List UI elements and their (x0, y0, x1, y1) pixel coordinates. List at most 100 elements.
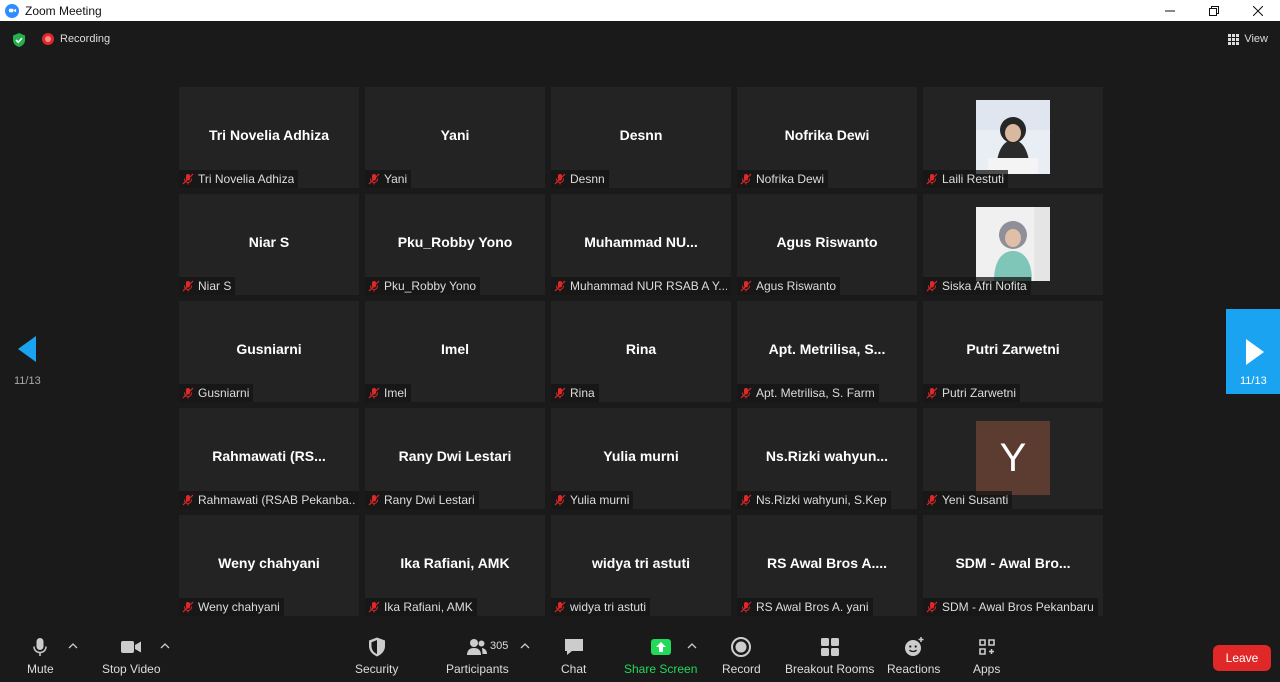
leave-button[interactable]: Leave (1213, 645, 1271, 671)
muted-mic-icon (740, 387, 752, 399)
participant-tile[interactable]: Pku_Robby Yono Pku_Robby Yono (365, 194, 545, 295)
security-button[interactable]: Security (355, 636, 398, 676)
view-button[interactable]: View (1228, 33, 1268, 45)
microphone-icon (33, 638, 48, 656)
participant-name-label: Putri Zarwetni (923, 384, 1021, 402)
stop-video-button[interactable]: Stop Video (102, 636, 161, 676)
reactions-label: Reactions (887, 662, 941, 676)
muted-mic-icon (926, 494, 938, 506)
window-titlebar: Zoom Meeting (0, 0, 1280, 21)
participant-name-label: Yulia murni (551, 491, 634, 509)
participant-tile[interactable]: Ns.Rizki wahyun... Ns.Rizki wahyuni, S.Ke… (737, 408, 917, 509)
participant-label-text: Agus Riswanto (756, 279, 837, 293)
encryption-shield-icon[interactable] (11, 32, 27, 48)
participant-tile[interactable]: Imel Imel (365, 301, 545, 402)
participant-display-name: Apt. Metrilisa, S... (768, 341, 886, 357)
muted-mic-icon (182, 494, 194, 506)
recording-indicator[interactable]: Recording (42, 33, 110, 45)
mute-label: Mute (27, 662, 54, 676)
participants-options-caret-icon[interactable] (520, 642, 530, 650)
participant-display-name: Putri Zarwetni (966, 341, 1060, 357)
participant-display-name: Nofrika Dewi (784, 127, 870, 143)
participants-label: Participants (446, 662, 509, 676)
participant-tile[interactable]: Yani Yani (365, 87, 545, 188)
participant-label-text: Rany Dwi Lestari (384, 493, 475, 507)
participant-tile[interactable]: Tri Novelia Adhiza Tri Novelia Adhiza (179, 87, 359, 188)
muted-mic-icon (368, 280, 380, 292)
participant-label-text: SDM - Awal Bros Pekanbaru (942, 600, 1094, 614)
participant-name-label: Rany Dwi Lestari (365, 491, 479, 509)
participant-tile[interactable]: Yulia murni Yulia murni (551, 408, 731, 509)
mute-button[interactable]: Mute (27, 636, 54, 676)
participant-display-name: Ns.Rizki wahyun... (765, 448, 889, 464)
muted-mic-icon (926, 173, 938, 185)
avatar: Y (976, 421, 1050, 495)
muted-mic-icon (926, 280, 938, 292)
participant-name-label: Rina (551, 384, 599, 402)
minimize-icon (1165, 10, 1175, 11)
chat-button[interactable]: Chat (561, 636, 586, 676)
participant-tile[interactable]: Rahmawati (RS... Rahmawati (RSAB Pekanba.… (179, 408, 359, 509)
participants-count: 305 (490, 640, 509, 652)
participant-display-name: Yulia murni (603, 448, 679, 464)
muted-mic-icon (926, 387, 938, 399)
muted-mic-icon (554, 280, 566, 292)
participant-label-text: Ika Rafiani, AMK (384, 600, 473, 614)
window-title: Zoom Meeting (25, 3, 102, 18)
participant-tile[interactable]: Muhammad NU... Muhammad NUR RSAB A Y... (551, 194, 731, 295)
participant-tile[interactable]: Gusniarni Gusniarni (179, 301, 359, 402)
recording-label: Recording (60, 33, 111, 45)
video-options-caret-icon[interactable] (160, 642, 170, 650)
audio-options-caret-icon[interactable] (68, 642, 78, 650)
participant-display-name: Desnn (619, 127, 663, 143)
muted-mic-icon (926, 601, 938, 613)
participant-tile[interactable]: Weny chahyani Weny chahyani (179, 515, 359, 616)
arrow-left-icon (18, 336, 36, 362)
participant-tile[interactable]: Niar S Niar S (179, 194, 359, 295)
restore-button[interactable] (1192, 0, 1236, 21)
participant-label-text: Rahmawati (RSAB Pekanba... (198, 493, 355, 507)
reactions-smiley-icon (904, 637, 924, 656)
participant-name-label: Apt. Metrilisa, S. Farm (737, 384, 879, 402)
muted-mic-icon (554, 173, 566, 185)
record-button[interactable]: Record (722, 636, 761, 676)
participant-label-text: Imel (384, 386, 407, 400)
apps-button[interactable]: Apps (973, 636, 1000, 676)
reactions-button[interactable]: Reactions (887, 636, 940, 676)
participant-label-text: Yulia murni (570, 493, 630, 507)
video-camera-icon (121, 641, 142, 653)
participant-label-text: Weny chahyani (198, 600, 280, 614)
breakout-rooms-button[interactable]: Breakout Rooms (785, 636, 874, 676)
participant-tile[interactable]: Siska Afri Nofita (923, 194, 1103, 295)
participant-tile[interactable]: widya tri astuti widya tri astuti (551, 515, 731, 616)
participant-tile[interactable]: Agus Riswanto Agus Riswanto (737, 194, 917, 295)
chat-bubble-icon (564, 639, 583, 655)
participant-tile[interactable]: Y Yeni Susanti (923, 408, 1103, 509)
participant-label-text: Putri Zarwetni (942, 386, 1017, 400)
participant-name-label: Muhammad NUR RSAB A Y... (551, 277, 731, 295)
participant-tile[interactable]: Apt. Metrilisa, S... Apt. Metrilisa, S. F… (737, 301, 917, 402)
participant-tile[interactable]: Laili Restuti (923, 87, 1103, 188)
record-label: Record (722, 662, 761, 676)
participant-tile[interactable]: SDM - Awal Bro... SDM - Awal Bros Pekanba… (923, 515, 1103, 616)
participant-name-label: Nofrika Dewi (737, 170, 829, 188)
recording-dot-icon (42, 33, 54, 45)
view-label: View (1244, 33, 1268, 45)
previous-page-button[interactable]: 11/13 (8, 331, 50, 391)
participant-label-text: Ns.Rizki wahyuni, S.Kep (756, 493, 887, 507)
participant-tile[interactable]: Ika Rafiani, AMK Ika Rafiani, AMK (365, 515, 545, 616)
participant-tile[interactable]: Desnn Desnn (551, 87, 731, 188)
participant-tile[interactable]: Rina Rina (551, 301, 731, 402)
participant-video-feed (976, 100, 1050, 174)
participant-tile[interactable]: Putri Zarwetni Putri Zarwetni (923, 301, 1103, 402)
participant-label-text: Siska Afri Nofita (942, 279, 1027, 293)
close-button[interactable] (1236, 0, 1280, 21)
participant-tile[interactable]: RS Awal Bros A.... RS Awal Bros A. yani (737, 515, 917, 616)
minimize-button[interactable] (1148, 0, 1192, 21)
muted-mic-icon (554, 601, 566, 613)
participant-tile[interactable]: Nofrika Dewi Nofrika Dewi (737, 87, 917, 188)
share-options-caret-icon[interactable] (687, 642, 697, 650)
next-page-button[interactable]: 11/13 (1226, 309, 1280, 394)
participant-tile[interactable]: Rany Dwi Lestari Rany Dwi Lestari (365, 408, 545, 509)
participant-name-label: Weny chahyani (179, 598, 284, 616)
